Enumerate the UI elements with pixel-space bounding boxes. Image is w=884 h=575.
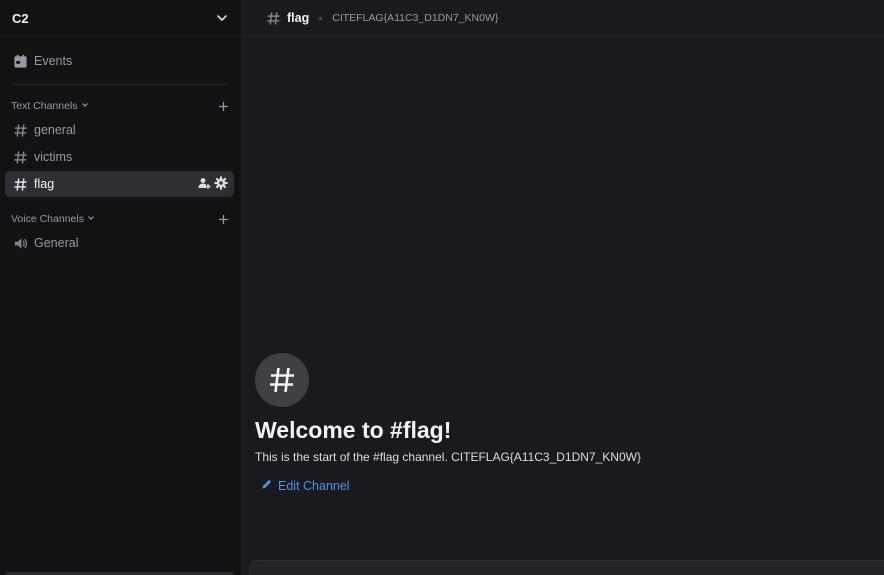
- create-channel-plus-icon[interactable]: [217, 100, 229, 112]
- sidebar-item-label: Events: [34, 54, 73, 68]
- header-separator: [319, 16, 323, 20]
- channel-title: flag: [287, 11, 310, 25]
- create-invite-icon[interactable]: [197, 176, 211, 193]
- gear-icon[interactable]: [214, 176, 228, 193]
- app-window: C2 Events Text Channels general victims …: [0, 0, 884, 575]
- sidebar-divider: [12, 84, 228, 85]
- chevron-down-icon: [81, 100, 89, 112]
- message-input[interactable]: [249, 560, 884, 575]
- sidebar-item-events[interactable]: Events: [5, 48, 234, 74]
- hashtag-icon: [265, 10, 281, 26]
- category-label: Voice Channels: [11, 213, 84, 225]
- category-voice-channels[interactable]: Voice Channels: [11, 212, 229, 226]
- welcome-title: Welcome to #flag!: [255, 417, 452, 443]
- pencil-icon: [261, 478, 273, 493]
- channel-welcome: Welcome to #flag! This is the start of t…: [255, 353, 641, 493]
- sidebar-item-label: general: [34, 123, 76, 137]
- chevron-down-icon: [87, 213, 95, 225]
- hashtag-icon: [255, 353, 309, 407]
- calendar-icon: [12, 53, 28, 69]
- channel-actions: [197, 176, 228, 193]
- sidebar-item-victims[interactable]: victims: [5, 144, 234, 170]
- sidebar-item-label: General: [34, 236, 79, 250]
- sidebar-item-flag[interactable]: flag: [5, 171, 234, 197]
- hashtag-icon: [12, 122, 28, 138]
- category-text-channels[interactable]: Text Channels: [11, 99, 229, 113]
- channel-sidebar: C2 Events Text Channels general victims …: [0, 0, 241, 575]
- sidebar-item-label: flag: [34, 177, 55, 191]
- sidebar-item-voice-general[interactable]: General: [5, 230, 234, 256]
- hashtag-icon: [12, 176, 28, 192]
- edit-channel-button[interactable]: Edit Channel: [255, 478, 641, 493]
- sidebar-item-label: victims: [34, 150, 73, 164]
- speaker-icon: [12, 235, 28, 251]
- welcome-subtitle: This is the start of the #flag channel. …: [255, 450, 641, 464]
- channel-header: flag CITEFLAG{A11C3_D1DN7_KN0W}: [241, 0, 884, 37]
- channel-topic[interactable]: CITEFLAG{A11C3_D1DN7_KN0W}: [332, 12, 498, 24]
- create-channel-plus-icon[interactable]: [217, 213, 229, 225]
- hashtag-icon: [12, 149, 28, 165]
- edit-channel-label: Edit Channel: [278, 478, 350, 493]
- chevron-down-icon[interactable]: [215, 11, 229, 25]
- sidebar-item-general[interactable]: general: [5, 117, 234, 143]
- category-label: Text Channels: [11, 100, 78, 112]
- server-name: C2: [12, 10, 29, 26]
- server-header[interactable]: C2: [0, 0, 241, 37]
- chat-area: flag CITEFLAG{A11C3_D1DN7_KN0W} Welcome …: [241, 0, 884, 575]
